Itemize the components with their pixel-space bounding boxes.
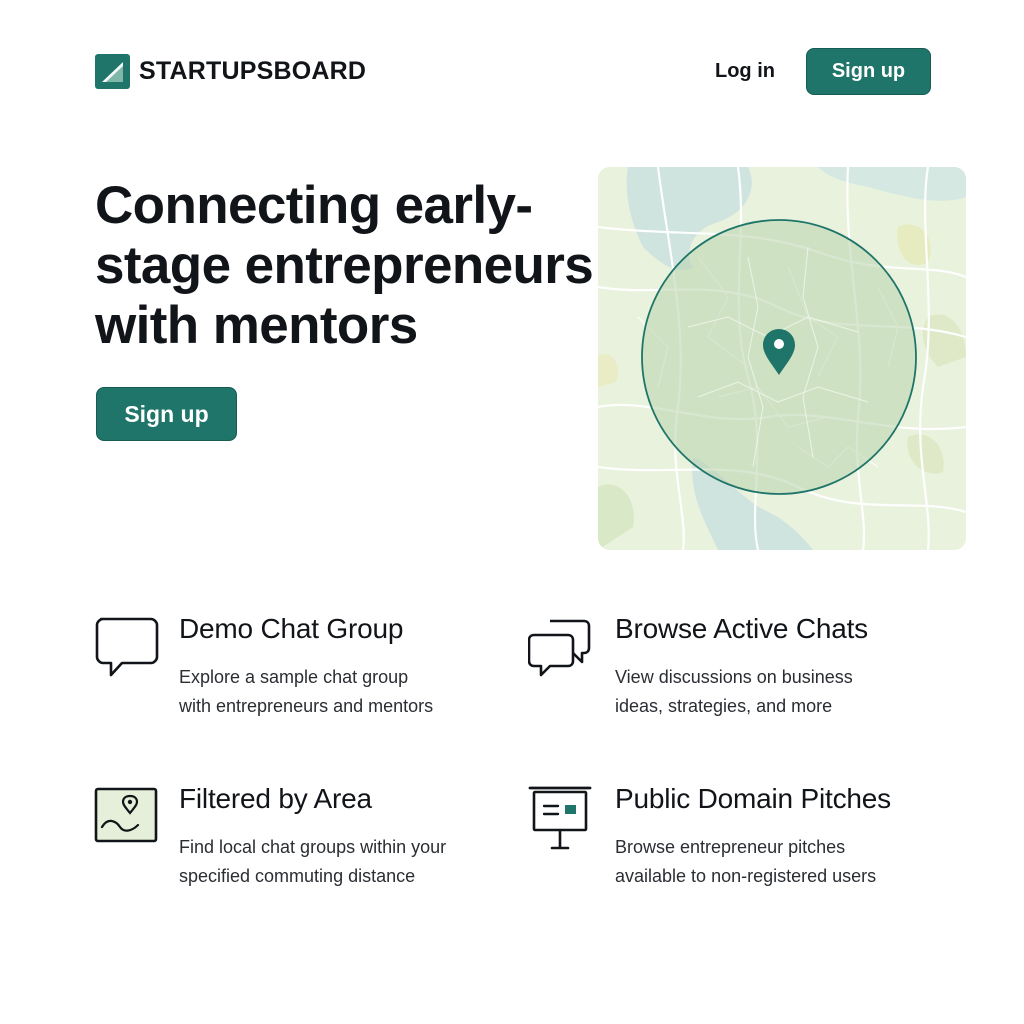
brand-logo[interactable]: STARTUPSBOARD xyxy=(95,54,366,89)
feature-description: Explore a sample chat group with entrepr… xyxy=(179,663,433,721)
feature-description-line: available to non-registered users xyxy=(615,866,877,886)
chat-bubble-icon xyxy=(95,617,159,677)
feature-description: View discussions on business ideas, stra… xyxy=(615,663,853,721)
feature-description-line: with entrepreneurs and mentors xyxy=(179,696,434,716)
feature-title: Browse Active Chats xyxy=(615,613,868,644)
feature-description: Browse entrepreneur pitches available to… xyxy=(615,833,876,891)
landing-page: STARTUPSBOARD Log in Sign up Connecting … xyxy=(0,0,1024,1024)
hero-title: Connecting early- stage entrepreneurs wi… xyxy=(95,176,635,356)
presentation-board-icon xyxy=(528,786,592,850)
map-pin-icon xyxy=(94,787,158,843)
chat-bubbles-icon xyxy=(528,619,591,677)
hero-title-line: with mentors xyxy=(95,296,418,355)
feature-description-line: Find local chat groups within your xyxy=(179,837,447,857)
hero-title-line: Connecting early- xyxy=(95,176,533,235)
feature-title: Filtered by Area xyxy=(179,783,372,814)
feature-description: Find local chat groups within your speci… xyxy=(179,833,446,891)
feature-description-line: Browse entrepreneur pitches xyxy=(615,837,846,857)
header-signup-button[interactable]: Sign up xyxy=(806,48,931,95)
feature-description-line: Explore a sample chat group xyxy=(179,667,409,687)
area-map[interactable] xyxy=(598,167,966,550)
hero-signup-button[interactable]: Sign up xyxy=(96,387,237,441)
feature-description-line: ideas, strategies, and more xyxy=(615,696,833,716)
brand-name: STARTUPSBOARD xyxy=(139,57,367,85)
feature-description-line: View discussions on business xyxy=(615,667,853,687)
feature-title: Demo Chat Group xyxy=(179,613,404,644)
logo-mark-icon xyxy=(95,54,130,89)
hero-title-line: stage entrepreneurs xyxy=(95,236,594,295)
feature-title: Public Domain Pitches xyxy=(615,783,891,814)
login-link[interactable]: Log in xyxy=(715,60,775,83)
map-illustration xyxy=(598,167,966,550)
feature-description-line: specified commuting distance xyxy=(179,866,416,886)
